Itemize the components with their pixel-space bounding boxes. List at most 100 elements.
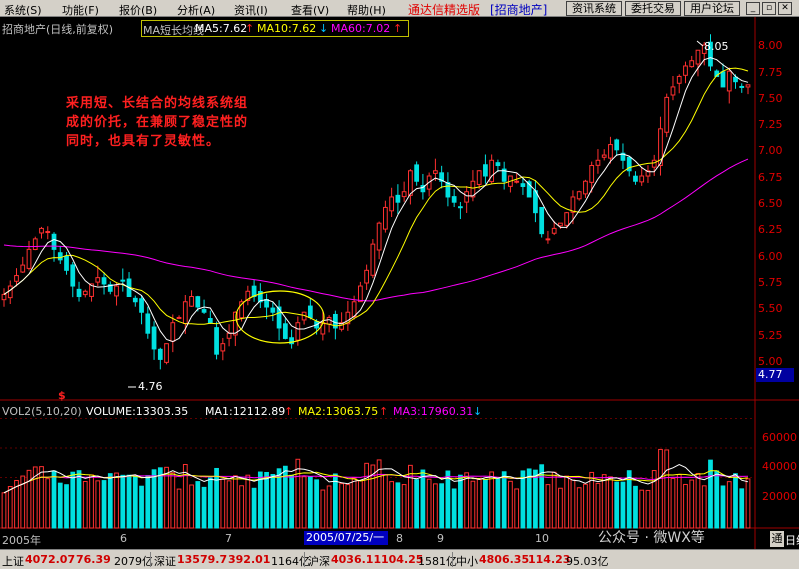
menu-help[interactable]: 帮助(H) xyxy=(347,2,386,18)
volume-bar xyxy=(664,449,670,529)
status-separator xyxy=(452,552,453,567)
minimize-icon[interactable]: _ xyxy=(746,2,760,15)
zx-amount: 95.03亿 xyxy=(566,555,609,568)
candle-body xyxy=(176,316,182,320)
candle-body xyxy=(414,164,420,182)
volume-bar xyxy=(701,485,707,529)
volume-bar xyxy=(264,471,269,529)
volume-bar xyxy=(239,485,244,529)
volume-tick: 60000 xyxy=(762,431,797,444)
candle-body xyxy=(76,288,82,298)
low-price-label: 4.76 xyxy=(138,380,163,393)
volume-bar xyxy=(501,471,507,529)
volume-bar xyxy=(420,469,426,529)
volume-bar xyxy=(508,480,513,529)
candle-body xyxy=(364,269,369,284)
volume-bar xyxy=(76,470,82,529)
volume-bar xyxy=(139,485,144,529)
volume-bar xyxy=(401,484,407,529)
dividend-icon[interactable]: $ xyxy=(58,389,66,402)
candle-body xyxy=(395,194,401,203)
menu-analysis[interactable]: 分析(A) xyxy=(177,2,215,18)
volume-bar xyxy=(251,487,257,529)
menu-quote[interactable]: 报价(B) xyxy=(119,2,157,18)
volume-ma3-down-icon: ↓ xyxy=(473,405,483,418)
volume-bar xyxy=(207,477,213,529)
candle-body xyxy=(683,65,688,76)
candle-body xyxy=(451,196,457,203)
volume-value: VOLUME:13303.35 xyxy=(86,405,189,418)
volume-bar xyxy=(214,467,219,529)
restore-icon[interactable]: ▫ xyxy=(762,2,776,15)
candle-body xyxy=(401,191,407,198)
volume-bar xyxy=(170,472,176,529)
candle-body xyxy=(207,318,213,324)
volume-bar xyxy=(670,477,676,529)
candle-body xyxy=(157,348,163,360)
volume-bar xyxy=(464,472,470,529)
menu-system[interactable]: 系统(S) xyxy=(4,2,42,18)
close-icon[interactable]: ✕ xyxy=(778,2,792,15)
volume-ma2-value: MA2:13063.75 xyxy=(298,405,379,418)
candle-body xyxy=(201,309,207,313)
annotation-line-2: 成的价托，在兼顾了稳定性的 xyxy=(66,115,249,130)
volume-bar xyxy=(558,487,563,529)
candle-body xyxy=(120,279,126,282)
candle-body xyxy=(145,313,151,334)
volume-bar xyxy=(57,482,63,529)
line-type-label: 日线 xyxy=(785,534,799,547)
watermark: 公众号 · 微WX等 xyxy=(598,530,705,546)
candle-body xyxy=(520,183,526,187)
candle-body xyxy=(164,343,169,363)
volume-bar xyxy=(695,472,701,529)
volume-indicator-name: VOL2(5,10,20) xyxy=(2,405,82,418)
volume-bar xyxy=(82,480,88,529)
candle-body xyxy=(139,298,144,313)
corner-button[interactable]: 通 xyxy=(770,531,784,547)
candle-body xyxy=(720,71,726,88)
candles-group xyxy=(1,34,751,370)
sz-index: 13579.7 xyxy=(177,553,228,566)
trade-button[interactable]: 委托交易 xyxy=(625,1,681,16)
volume-bar xyxy=(157,467,163,529)
menu-view[interactable]: 查看(V) xyxy=(291,2,329,18)
sh-index: 4072.07 xyxy=(25,553,76,566)
candle-body xyxy=(476,170,482,185)
volume-bar xyxy=(408,464,413,529)
volume-bar xyxy=(676,474,682,529)
sh-amount: 2079亿 xyxy=(114,555,153,568)
candle-body xyxy=(558,222,563,227)
candle-body xyxy=(651,159,657,168)
annotation-line-1: 采用短、长结合的均线系统组 xyxy=(66,96,249,111)
candle-body xyxy=(39,227,44,234)
candle-body xyxy=(458,206,463,209)
candle-body xyxy=(601,154,607,158)
info-system-button[interactable]: 资讯系统 xyxy=(566,1,622,16)
candle-body xyxy=(664,96,670,133)
volume-bar xyxy=(126,474,132,529)
candle-body xyxy=(114,285,119,297)
ma10-value: MA10:7.62 xyxy=(257,22,317,35)
price-tick: 7.00 xyxy=(758,144,783,157)
menu-function[interactable]: 功能(F) xyxy=(62,2,99,18)
candle-body xyxy=(82,290,88,296)
volume-tick: 20000 xyxy=(762,490,797,503)
menu-info[interactable]: 资讯(I) xyxy=(234,2,268,18)
zx-label: 中小 xyxy=(456,555,478,568)
ma5-up-arrow-icon: ↑ xyxy=(245,22,255,35)
forum-button[interactable]: 用户论坛 xyxy=(684,1,740,16)
volume-bar xyxy=(383,474,388,529)
candle-body xyxy=(195,296,201,308)
volume-bar xyxy=(26,469,32,529)
volume-tick: 40000 xyxy=(762,460,797,473)
volume-bar xyxy=(689,479,695,529)
high-price-label: 8.05 xyxy=(704,40,729,53)
candle-body xyxy=(583,180,588,195)
volume-bar xyxy=(620,481,626,529)
candle-body xyxy=(370,243,376,276)
volume-bar xyxy=(414,479,420,529)
ma10-down-arrow-icon: ↓ xyxy=(319,22,329,35)
volume-bar xyxy=(70,471,76,529)
volume-bar xyxy=(320,489,326,529)
volume-bar xyxy=(495,478,501,529)
